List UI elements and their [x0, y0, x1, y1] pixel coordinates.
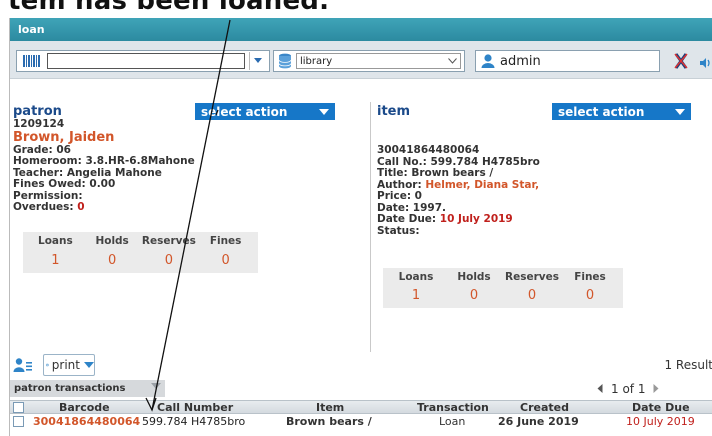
patron-overdues: Overdues: 0	[13, 201, 195, 214]
user-icon	[476, 53, 500, 69]
item-barcode: 30041864480064	[377, 144, 480, 156]
user-name: admin	[500, 53, 541, 69]
row-call-number: 599.784 H4785bro	[142, 415, 246, 428]
patron-transactions-dropdown[interactable]: patron transactions	[10, 380, 165, 397]
triangle-down-icon	[319, 108, 329, 115]
item-author-label: Author:	[377, 178, 422, 191]
patron-reserves-count[interactable]: 0	[141, 253, 198, 271]
item-count-label: Fines	[574, 271, 606, 283]
row-item: Brown bears /	[286, 415, 372, 428]
next-page-icon[interactable]	[653, 382, 659, 396]
chevron-down-icon	[448, 58, 457, 64]
user-field[interactable]: admin	[475, 50, 660, 72]
print-label: print	[51, 358, 80, 372]
print-button[interactable]: print	[43, 354, 95, 376]
triangle-down-icon	[675, 108, 685, 115]
close-patron-button[interactable]	[670, 51, 692, 71]
barcode-field[interactable]	[16, 50, 270, 72]
item-author-value[interactable]: Helmer, Diana Star,	[425, 179, 539, 191]
page-indicator: 1 of 1	[611, 382, 646, 396]
patron-count-label: Loans	[38, 235, 73, 247]
patron-title: patron	[13, 104, 62, 119]
patron-homeroom: Homeroom: 3.8.HR-6.8Mahone	[13, 155, 195, 167]
patron-count-label: Reserves	[141, 235, 196, 247]
item-select-action[interactable]: select action	[552, 103, 691, 120]
transactions-section: print 1 Result patron transactions 1 of …	[10, 352, 712, 436]
library-select[interactable]: library	[296, 53, 461, 69]
transactions-header: Barcode Call Number Item Transaction Cre…	[10, 400, 712, 414]
item-date-due-value: 10 July 2019	[439, 213, 513, 225]
row-barcode[interactable]: 30041864480064	[33, 415, 140, 428]
library-field[interactable]: library	[273, 50, 465, 72]
results-count: 1 Result	[664, 358, 712, 372]
patron-holds-count[interactable]: 0	[84, 253, 141, 271]
select-all-checkbox[interactable]	[13, 402, 24, 413]
patron-count-label: Holds	[95, 235, 129, 247]
row-checkbox[interactable]	[13, 416, 24, 427]
patron-name[interactable]: Brown, Jaiden	[13, 130, 195, 145]
row-created: 26 June 2019	[498, 415, 579, 428]
patron-list-icon[interactable]	[13, 357, 33, 377]
item-reserves-count[interactable]: 0	[503, 288, 561, 305]
window-title: loan	[10, 18, 712, 41]
item-holds-count[interactable]: 0	[445, 288, 503, 305]
toolbar: library admin	[10, 41, 712, 79]
pager: 1 of 1	[597, 382, 659, 396]
table-row[interactable]: 30041864480064 599.784 H4785bro Brown be…	[10, 414, 712, 430]
patron-fines-owed: Fines Owed: 0.00	[13, 178, 116, 190]
col-date-due[interactable]: Date Due	[632, 401, 690, 414]
row-date-due: 10 July 2019	[626, 415, 695, 428]
barcode-input[interactable]	[47, 53, 245, 69]
triangle-down-icon	[84, 362, 94, 368]
patron-select-action-label: select action	[201, 104, 288, 119]
patron-id: 1209124	[13, 118, 65, 130]
item-counts: Loans Holds Reserves Fines 1 0 0 0	[383, 268, 623, 308]
col-call-number[interactable]: Call Number	[157, 401, 233, 414]
speaker-icon[interactable]	[698, 55, 712, 69]
caption-text: tem has been loaned.	[0, 0, 712, 16]
transactions-toolbar: print 1 Result	[10, 352, 712, 378]
item-status: Status:	[377, 224, 420, 237]
detail-panes: patron select action 1209124 Brown, Jaid…	[10, 102, 712, 352]
col-created[interactable]: Created	[520, 401, 569, 414]
item-title: item	[377, 104, 411, 119]
library-select-value: library	[300, 55, 333, 67]
barcode-icon	[17, 51, 47, 71]
close-icon	[674, 53, 688, 69]
triangle-down-icon	[151, 383, 161, 389]
item-date-due: Date Due: 10 July 2019	[377, 213, 540, 226]
row-transaction: Loan	[439, 415, 466, 428]
col-transaction[interactable]: Transaction	[417, 401, 489, 414]
loan-window: loan library admin patron select action …	[9, 18, 712, 436]
item-count-label: Reserves	[505, 271, 559, 283]
col-item[interactable]: Item	[316, 401, 344, 414]
barcode-dropdown-button[interactable]	[249, 52, 265, 70]
item-pane: item select action 30041864480064 Call N…	[370, 102, 712, 352]
patron-select-action[interactable]: select action	[195, 103, 335, 120]
patron-pane: patron select action 1209124 Brown, Jaid…	[13, 102, 353, 352]
patron-transactions-label: patron transactions	[14, 383, 126, 394]
item-loans-count[interactable]: 1	[387, 288, 445, 305]
patron-loans-count[interactable]: 1	[27, 253, 84, 271]
patron-counts: Loans Holds Reserves Fines 1 0 0 0	[23, 232, 258, 273]
database-icon	[274, 53, 296, 69]
item-select-action-label: select action	[558, 104, 645, 119]
printer-icon	[46, 363, 49, 367]
col-barcode[interactable]: Barcode	[59, 401, 110, 414]
patron-info: 1209124 Brown, Jaiden Grade: 06 Homeroom…	[13, 118, 195, 214]
patron-count-label: Fines	[209, 235, 242, 247]
overdues-label: Overdues:	[13, 201, 74, 213]
item-count-label: Loans	[398, 271, 434, 283]
item-info: 30041864480064 Call No.: 599.784 H4785br…	[377, 144, 540, 237]
chevron-down-icon	[253, 58, 262, 63]
item-date-due-label: Date Due:	[377, 213, 437, 225]
item-fines-count[interactable]: 0	[561, 288, 619, 305]
item-count-label: Holds	[457, 271, 491, 283]
prev-page-icon[interactable]	[597, 382, 603, 396]
overdues-value: 0	[77, 201, 85, 213]
item-price: Price: 0	[377, 190, 422, 202]
patron-fines-count[interactable]: 0	[197, 253, 254, 271]
